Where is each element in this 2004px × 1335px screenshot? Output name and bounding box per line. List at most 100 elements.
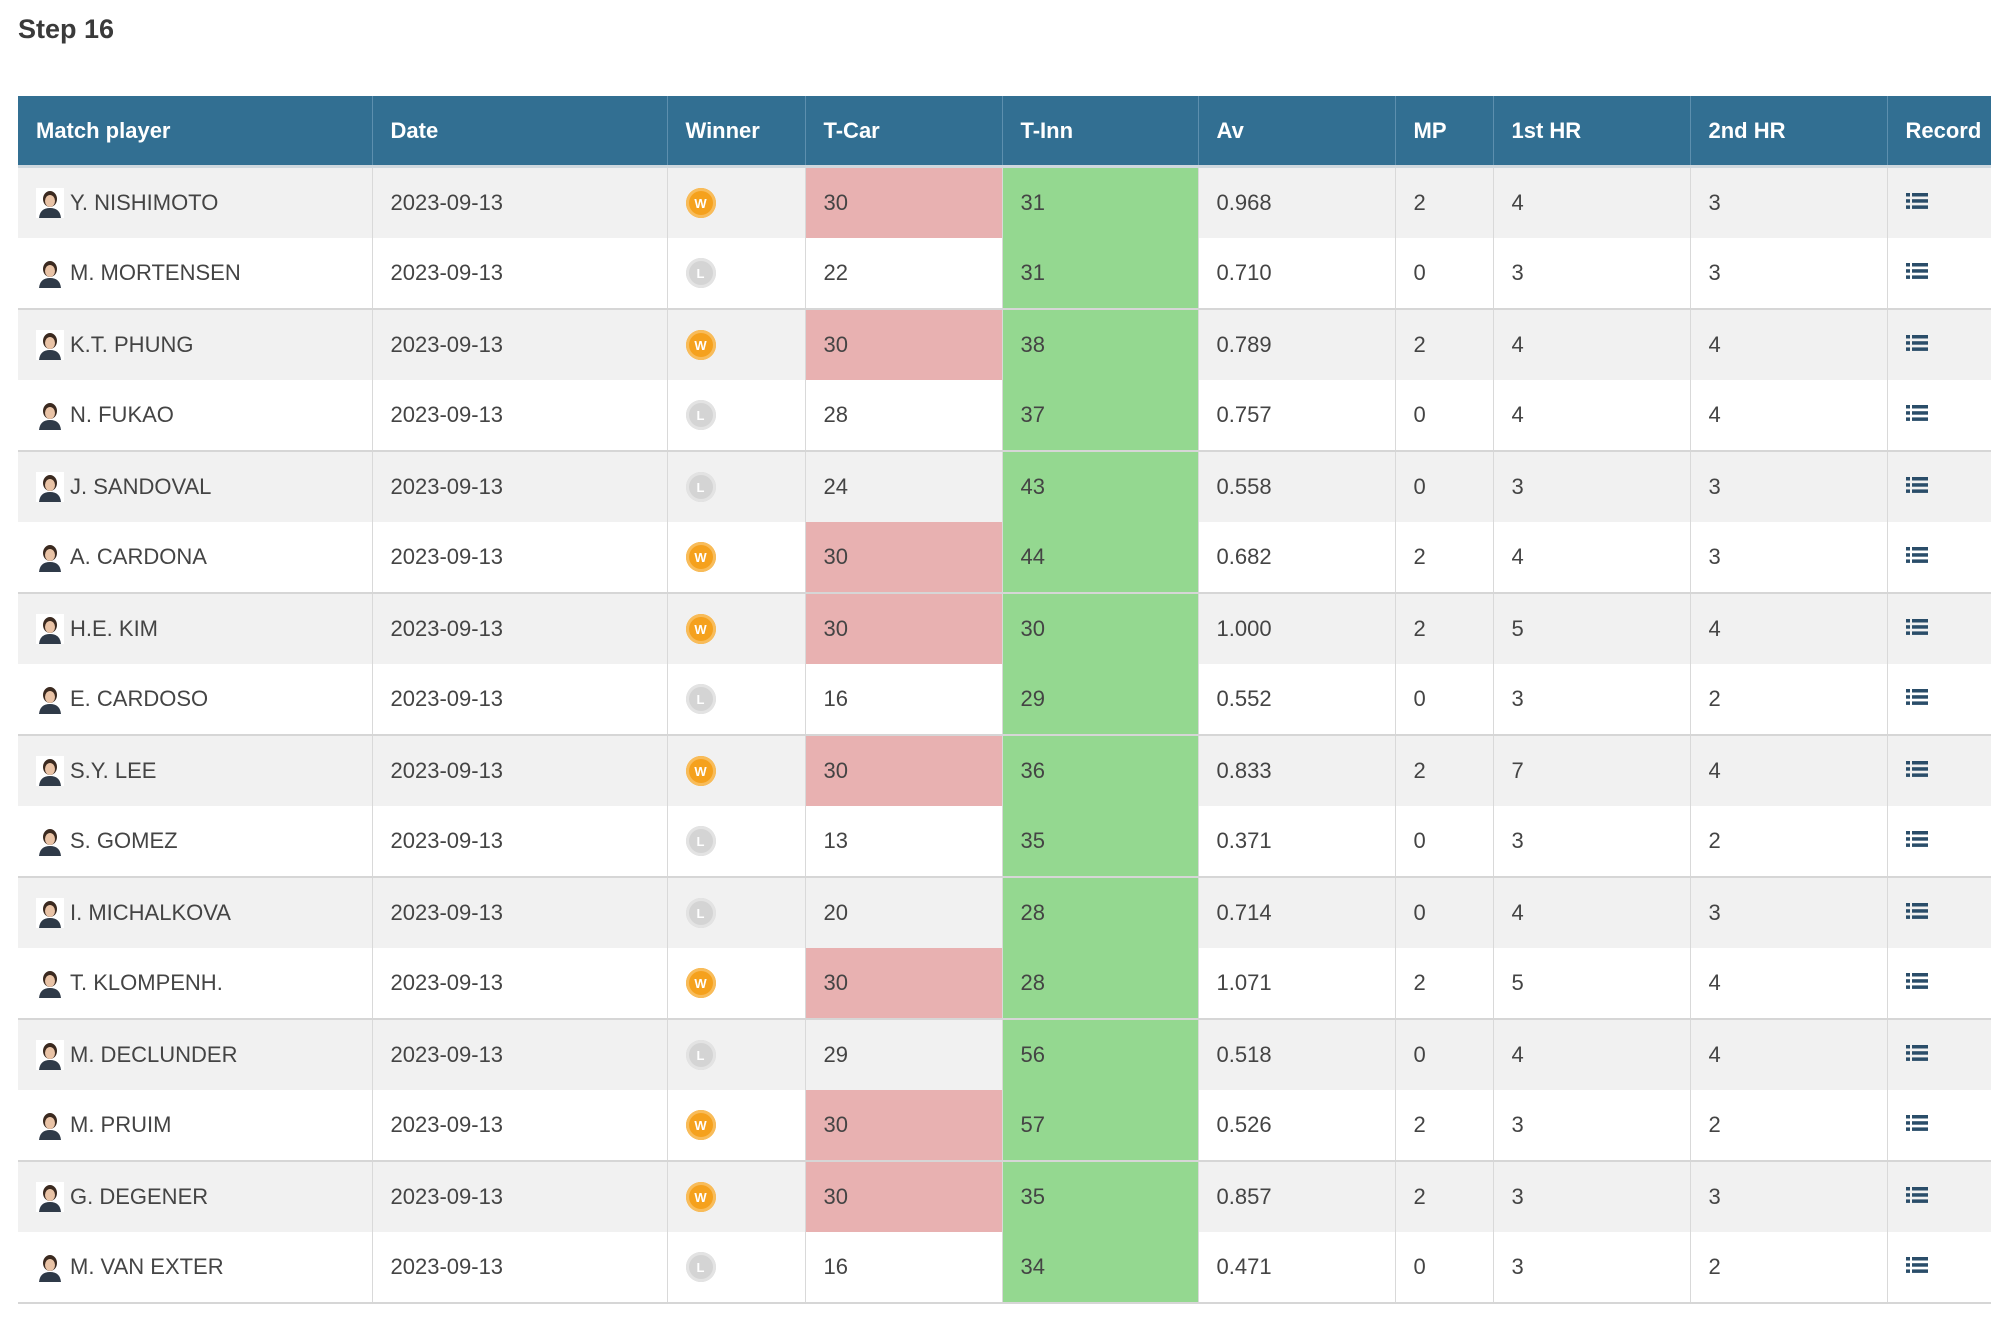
mp-cell: 2 — [1394, 1161, 1493, 1232]
list-icon[interactable] — [1905, 760, 1928, 778]
winner-cell: W — [666, 593, 805, 664]
player-cell[interactable]: G. DEGENER — [18, 1161, 372, 1232]
player-avatar-icon — [36, 898, 64, 928]
record-cell[interactable] — [1886, 1019, 1991, 1090]
av-cell: 1.071 — [1197, 948, 1395, 1019]
col-header-1st-hr[interactable]: 1st HR — [1492, 96, 1690, 168]
player-cell[interactable]: M. DECLUNDER — [18, 1019, 372, 1090]
player-name[interactable]: S.Y. LEE — [70, 758, 156, 784]
player-cell[interactable]: J. SANDOVAL — [18, 451, 372, 522]
t-inn-cell: 57 — [1001, 1090, 1198, 1161]
col-header-winner[interactable]: Winner — [666, 96, 805, 168]
record-cell[interactable] — [1886, 806, 1991, 877]
record-cell[interactable] — [1886, 1161, 1991, 1232]
t-car-cell: 22 — [804, 238, 1002, 309]
player-name[interactable]: Y. NISHIMOTO — [70, 190, 218, 216]
col-header-2nd-hr[interactable]: 2nd HR — [1689, 96, 1887, 168]
player-cell[interactable]: Y. NISHIMOTO — [18, 166, 372, 238]
list-icon[interactable] — [1905, 192, 1928, 210]
second-hr-cell: 2 — [1689, 1090, 1887, 1161]
list-icon[interactable] — [1905, 546, 1928, 564]
list-icon[interactable] — [1905, 1256, 1928, 1274]
winner-badge-icon: W — [685, 330, 716, 361]
date-cell: 2023-09-13 — [371, 238, 667, 309]
list-icon[interactable] — [1905, 1114, 1928, 1132]
record-cell[interactable] — [1886, 238, 1991, 309]
player-name[interactable]: M. VAN EXTER — [70, 1254, 224, 1280]
record-cell[interactable] — [1886, 309, 1991, 380]
col-header-match-player[interactable]: Match player — [18, 96, 372, 168]
col-header-mp[interactable]: MP — [1394, 96, 1493, 168]
player-name[interactable]: I. MICHALKOVA — [70, 900, 231, 926]
list-icon[interactable] — [1905, 1186, 1928, 1204]
player-name[interactable]: S. GOMEZ — [70, 828, 178, 854]
record-cell[interactable] — [1886, 664, 1991, 735]
record-cell[interactable] — [1886, 1232, 1991, 1303]
player-cell[interactable]: M. VAN EXTER — [18, 1232, 372, 1303]
record-cell[interactable] — [1886, 451, 1991, 522]
list-icon[interactable] — [1905, 618, 1928, 636]
player-name[interactable]: M. MORTENSEN — [70, 260, 241, 286]
t-inn-cell: 35 — [1001, 806, 1198, 877]
t-inn-cell: 37 — [1001, 380, 1198, 451]
record-cell[interactable] — [1886, 380, 1991, 451]
player-cell[interactable]: A. CARDONA — [18, 522, 372, 593]
record-cell[interactable] — [1886, 166, 1991, 238]
player-name[interactable]: G. DEGENER — [70, 1184, 208, 1210]
record-cell[interactable] — [1886, 522, 1991, 593]
mp-cell: 0 — [1394, 1019, 1493, 1090]
first-hr-cell: 4 — [1492, 309, 1690, 380]
winner-badge-icon: W — [685, 1182, 716, 1213]
col-header-date[interactable]: Date — [371, 96, 667, 168]
table-row: J. SANDOVAL 2023-09-13 L 24 43 0.558 0 3… — [18, 451, 1991, 522]
first-hr-cell: 4 — [1492, 522, 1690, 593]
list-icon[interactable] — [1905, 334, 1928, 352]
player-cell[interactable]: K.T. PHUNG — [18, 309, 372, 380]
date-cell: 2023-09-13 — [371, 1019, 667, 1090]
player-name[interactable]: J. SANDOVAL — [70, 474, 211, 500]
record-cell[interactable] — [1886, 877, 1991, 948]
table-row: S.Y. LEE 2023-09-13 W 30 36 0.833 2 7 4 — [18, 735, 1991, 806]
player-name[interactable]: E. CARDOSO — [70, 686, 208, 712]
player-cell[interactable]: I. MICHALKOVA — [18, 877, 372, 948]
list-icon[interactable] — [1905, 830, 1928, 848]
winner-badge-icon: L — [685, 258, 716, 289]
record-cell[interactable] — [1886, 735, 1991, 806]
col-header-t-car[interactable]: T-Car — [804, 96, 1002, 168]
winner-badge-icon: W — [685, 614, 716, 645]
player-name[interactable]: M. DECLUNDER — [70, 1042, 237, 1068]
record-cell[interactable] — [1886, 1090, 1991, 1161]
list-icon[interactable] — [1905, 972, 1928, 990]
player-name[interactable]: T. KLOMPENH. — [70, 970, 223, 996]
player-name[interactable]: K.T. PHUNG — [70, 332, 193, 358]
list-icon[interactable] — [1905, 262, 1928, 280]
first-hr-cell: 4 — [1492, 380, 1690, 451]
t-car-cell: 30 — [804, 1090, 1002, 1161]
list-icon[interactable] — [1905, 1044, 1928, 1062]
player-cell[interactable]: S. GOMEZ — [18, 806, 372, 877]
player-name[interactable]: A. CARDONA — [70, 544, 207, 570]
player-name[interactable]: N. FUKAO — [70, 402, 174, 428]
player-avatar-icon — [36, 1252, 64, 1282]
list-icon[interactable] — [1905, 688, 1928, 706]
list-icon[interactable] — [1905, 476, 1928, 494]
player-cell[interactable]: M. MORTENSEN — [18, 238, 372, 309]
player-cell[interactable]: E. CARDOSO — [18, 664, 372, 735]
record-cell[interactable] — [1886, 593, 1991, 664]
first-hr-cell: 4 — [1492, 166, 1690, 238]
col-header-av[interactable]: Av — [1197, 96, 1395, 168]
second-hr-cell: 4 — [1689, 1019, 1887, 1090]
player-name[interactable]: M. PRUIM — [70, 1112, 171, 1138]
list-icon[interactable] — [1905, 404, 1928, 422]
player-cell[interactable]: M. PRUIM — [18, 1090, 372, 1161]
mp-cell: 0 — [1394, 380, 1493, 451]
list-icon[interactable] — [1905, 902, 1928, 920]
player-cell[interactable]: H.E. KIM — [18, 593, 372, 664]
record-cell[interactable] — [1886, 948, 1991, 1019]
col-header-t-inn[interactable]: T-Inn — [1001, 96, 1198, 168]
player-cell[interactable]: T. KLOMPENH. — [18, 948, 372, 1019]
player-cell[interactable]: S.Y. LEE — [18, 735, 372, 806]
col-header-record[interactable]: Record — [1886, 96, 1991, 168]
player-name[interactable]: H.E. KIM — [70, 616, 158, 642]
player-cell[interactable]: N. FUKAO — [18, 380, 372, 451]
